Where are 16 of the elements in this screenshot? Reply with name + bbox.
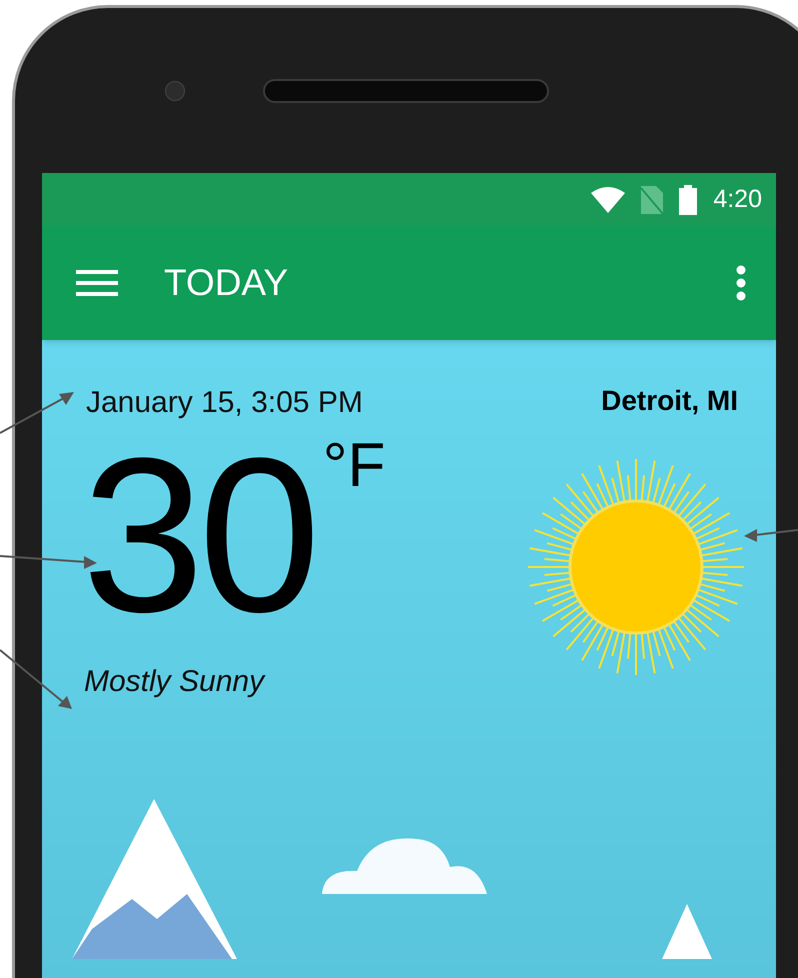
location: Detroit, MI	[601, 384, 738, 418]
camera-icon	[165, 80, 185, 100]
no-sim-icon	[641, 186, 664, 214]
battery-icon	[679, 184, 698, 214]
leader-line	[0, 649, 72, 709]
temperature-unit: °F	[322, 435, 386, 497]
menu-icon[interactable]	[76, 270, 118, 296]
date-time: January 15, 3:05 PM	[86, 385, 363, 421]
sun-icon	[526, 457, 746, 677]
weather-condition: Mostly Sunny	[84, 664, 266, 700]
wifi-icon	[591, 186, 626, 212]
leader-line	[744, 529, 798, 542]
app-title: TODAY	[164, 261, 288, 306]
status-time: 4:20	[713, 184, 762, 215]
more-options-icon[interactable]	[736, 265, 746, 301]
temperature: 30	[82, 435, 315, 635]
